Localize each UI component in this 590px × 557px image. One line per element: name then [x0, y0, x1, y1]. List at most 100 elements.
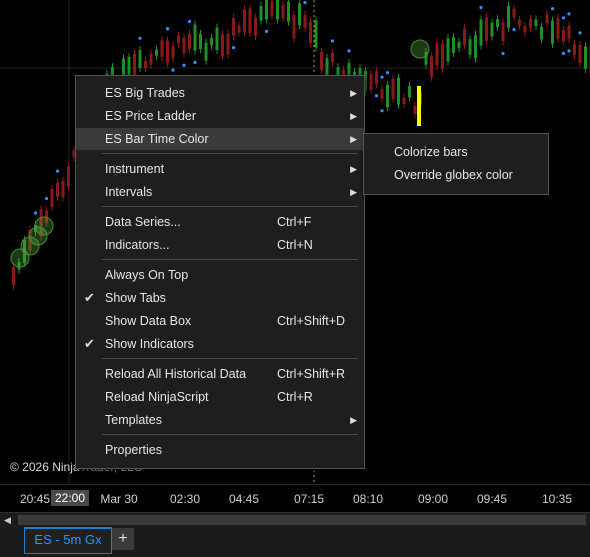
candle-body [193, 24, 197, 51]
signal-marker [380, 109, 384, 113]
candle-body [210, 37, 213, 46]
chart-context-menu: ES Big Trades ▶ ES Price Ladder ▶ ES Bar… [75, 75, 365, 469]
submenu-arrow-icon: ▶ [350, 111, 357, 121]
checkmark-icon: ✔ [84, 336, 95, 351]
candle-body [243, 9, 246, 32]
candle-body [545, 14, 549, 24]
candle-body [226, 33, 230, 55]
tab-es-5m[interactable]: ES - 5m Gx [24, 527, 112, 554]
menu-item-reload-all-historical-data[interactable]: Reload All Historical Data Ctrl+Shift+R [76, 363, 364, 385]
candle-body [397, 77, 400, 105]
signal-marker [561, 16, 566, 20]
signal-marker [187, 19, 192, 24]
menu-item-show-data-box[interactable]: Show Data Box Ctrl+Shift+D [76, 310, 364, 332]
candle-body [501, 21, 505, 42]
candle-body [485, 17, 488, 41]
time-tick: 09:45 [476, 492, 508, 506]
candle-body [292, 14, 296, 39]
menu-item-instrument[interactable]: Instrument ▶ [76, 158, 364, 180]
signal-marker [561, 51, 566, 56]
signal-marker [347, 49, 351, 53]
candle-body [468, 39, 472, 55]
candle-body [270, 0, 274, 16]
menu-item-show-indicators[interactable]: ✔ Show Indicators [76, 333, 364, 355]
candle-body [149, 53, 153, 65]
menu-item-properties[interactable]: Properties [76, 439, 364, 461]
candle-body [479, 19, 483, 46]
menu-item-override-globex-color[interactable]: Override globex color [364, 164, 548, 186]
signal-marker [578, 31, 582, 35]
candle-body [232, 17, 235, 36]
candle-body [265, 0, 268, 20]
menu-item-reload-ninjascript[interactable]: Reload NinjaScript Ctrl+R [76, 386, 364, 408]
candle-body [402, 97, 406, 105]
candle-body [331, 52, 334, 63]
signal-marker [33, 211, 38, 215]
candle-body [518, 19, 521, 26]
signal-marker [501, 51, 505, 56]
candle-body [320, 51, 323, 71]
candle-body [435, 42, 439, 66]
menu-separator [102, 153, 358, 154]
signal-marker [231, 45, 236, 50]
menu-item-indicators[interactable]: Indicators... Ctrl+N [76, 234, 364, 256]
candle-body [369, 74, 373, 91]
scrollbar-thumb[interactable] [18, 515, 586, 525]
candle-body [281, 4, 285, 19]
menu-item-always-on-top[interactable]: Always On Top [76, 264, 364, 286]
candle-body [309, 21, 312, 43]
add-tab-button[interactable]: + [112, 528, 134, 550]
candle-body [490, 22, 494, 37]
candle-body [138, 50, 142, 69]
time-tick: Mar 30 [100, 492, 138, 506]
horizontal-scrollbar[interactable]: ◀ [0, 512, 590, 528]
candle-body [182, 37, 186, 54]
signal-marker [182, 63, 186, 67]
candle-body [474, 34, 477, 59]
big-trade-bubble [34, 216, 54, 236]
candle-body [237, 25, 241, 33]
candle-body [325, 58, 329, 76]
signal-marker [550, 7, 555, 11]
candle-body [457, 41, 461, 48]
candle-body [446, 38, 450, 62]
signal-marker [264, 29, 269, 34]
menu-item-es-big-trades[interactable]: ES Big Trades ▶ [76, 82, 364, 104]
menu-separator [102, 358, 358, 359]
candle-body [199, 33, 202, 50]
candle-body [204, 42, 208, 61]
menu-item-es-price-ladder[interactable]: ES Price Ladder ▶ [76, 105, 364, 127]
candle-body [507, 5, 510, 28]
candle-body [391, 78, 395, 99]
submenu-arrow-icon: ▶ [350, 164, 357, 174]
menu-item-data-series[interactable]: Data Series... Ctrl+F [76, 211, 364, 233]
candle-body [463, 28, 466, 46]
candle-body [171, 46, 175, 59]
candle-body [61, 180, 65, 198]
menu-item-colorize-bars[interactable]: Colorize bars [364, 141, 548, 163]
time-tick: 20:45 [19, 492, 51, 506]
scroll-left-arrow-icon[interactable]: ◀ [4, 515, 14, 525]
candle-body [375, 70, 378, 84]
candle-body [380, 89, 384, 99]
candle-body [221, 34, 224, 57]
candle-body [166, 40, 169, 63]
candle-body [248, 8, 252, 33]
candle-body [56, 183, 59, 197]
submenu-arrow-icon: ▶ [350, 88, 357, 98]
menu-item-intervals[interactable]: Intervals ▶ [76, 181, 364, 203]
candle-body [50, 189, 54, 208]
candle-body [540, 26, 543, 40]
submenu-arrow-icon: ▶ [350, 134, 357, 144]
submenu-arrow-icon: ▶ [350, 415, 357, 425]
menu-item-show-tabs[interactable]: ✔ Show Tabs [76, 287, 364, 309]
candle-body [578, 44, 582, 64]
menu-item-templates[interactable]: Templates ▶ [76, 409, 364, 431]
signal-marker [171, 68, 175, 72]
candle-body [215, 27, 219, 51]
menu-item-es-bar-time-color[interactable]: ES Bar Time Color ▶ [76, 128, 364, 150]
signal-marker [193, 60, 197, 65]
time-tick: 08:10 [352, 492, 384, 506]
candle-body [556, 17, 560, 39]
candle-body [144, 61, 147, 69]
